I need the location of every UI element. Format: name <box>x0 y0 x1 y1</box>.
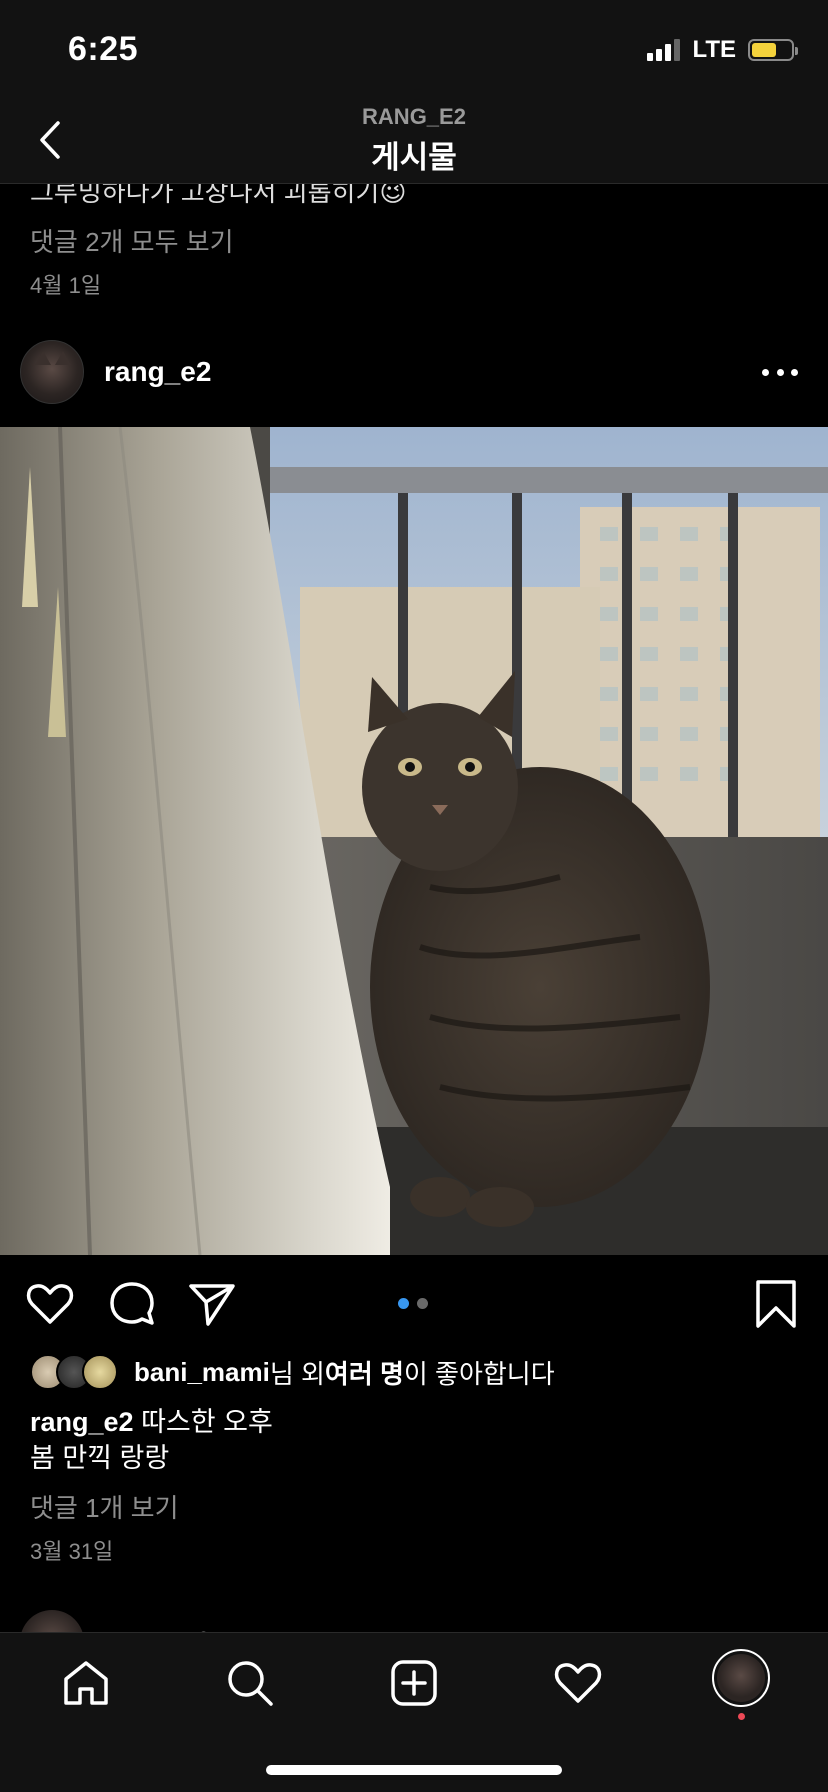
status-time: 6:25 <box>68 30 139 68</box>
status-indicators: LTE <box>647 36 798 64</box>
caption-line-1: 따스한 오후 <box>141 1407 273 1437</box>
post-username[interactable]: rang_e2 <box>104 356 211 388</box>
home-icon[interactable] <box>54 1651 118 1715</box>
cat-photo-image <box>0 427 828 1255</box>
carousel-indicator <box>398 1298 428 1309</box>
likes-text-2: 이 좋아합니다 <box>403 1358 555 1389</box>
search-icon[interactable] <box>218 1651 282 1715</box>
bottom-tab-bar <box>0 1632 828 1792</box>
post-date: 3월 31일 <box>30 1539 114 1564</box>
post-caption: rang_e2 따스한 오후 봄 만끽 랑랑 <box>30 1404 273 1476</box>
carousel-dot <box>417 1298 428 1309</box>
cellular-signal-icon <box>647 39 681 61</box>
status-bar: 6:25 LTE <box>0 0 828 96</box>
caption-username[interactable]: rang_e2 <box>30 1407 134 1437</box>
notification-dot <box>738 1713 745 1720</box>
send-icon[interactable] <box>186 1278 238 1330</box>
likes-summary[interactable]: bani_mami 님 외 여러 명이 좋아합니다 <box>30 1352 555 1392</box>
view-comments-link[interactable]: 댓글 1개 보기 <box>30 1488 179 1525</box>
likes-others[interactable]: 여러 명 <box>325 1354 404 1391</box>
activity-heart-icon[interactable] <box>546 1651 610 1715</box>
network-type: LTE <box>692 36 736 63</box>
new-post-icon[interactable] <box>382 1651 446 1715</box>
nav-header: RANG_E2 게시물 <box>0 96 828 184</box>
post-photo[interactable] <box>0 427 828 1255</box>
likes-text-1: 님 외 <box>269 1358 325 1389</box>
previous-post-date: 4월 1일 <box>30 273 102 298</box>
caption-line-2: 봄 만끽 랑랑 <box>30 1443 170 1473</box>
home-indicator <box>266 1765 562 1775</box>
post-actions <box>0 1272 828 1338</box>
bookmark-icon[interactable] <box>750 1278 802 1330</box>
avatar[interactable] <box>20 340 84 404</box>
carousel-dot-active <box>398 1298 409 1309</box>
page-title: 게시물 <box>371 140 457 175</box>
more-options-icon[interactable] <box>762 362 798 382</box>
post-header: rang_e2 <box>0 340 828 410</box>
profile-tab-avatar[interactable] <box>712 1649 770 1707</box>
liker-avatars <box>30 1354 120 1390</box>
nav-subtitle: RANG_E2 <box>362 104 466 129</box>
previous-post-view-comments-link[interactable]: 댓글 2개 모두 보기 <box>30 222 234 259</box>
liker-username[interactable]: bani_mami <box>134 1357 270 1388</box>
comment-icon[interactable] <box>106 1278 158 1330</box>
heart-icon[interactable] <box>24 1278 76 1330</box>
battery-icon <box>748 39 798 61</box>
